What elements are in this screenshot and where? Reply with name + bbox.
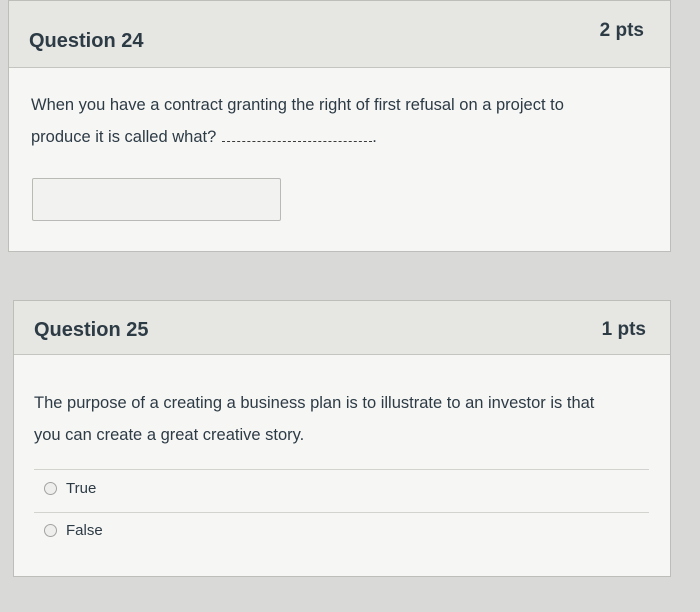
- question-25-header: Question 25 1 pts: [14, 301, 670, 355]
- question-24-text-line1: When you have a contract granting the ri…: [31, 96, 564, 114]
- question-24-text-line2-wrap: produce it is called what?.: [31, 121, 651, 153]
- question-25-points: 1 pts: [601, 319, 646, 340]
- question-25-text-line2: you can create a great creative story.: [34, 426, 305, 444]
- option-false-label: False: [66, 522, 103, 539]
- question-25-title: Question 25: [34, 319, 149, 341]
- option-true-label: True: [66, 480, 97, 497]
- question-24-points: 2 pts: [599, 20, 644, 41]
- question-25-text-line1: The purpose of a creating a business pla…: [34, 394, 595, 412]
- radio-false[interactable]: [44, 524, 57, 537]
- question-24-card: Question 24 2 pts When you have a contra…: [8, 0, 671, 252]
- option-false[interactable]: False: [44, 522, 103, 539]
- answer-divider-top: [34, 469, 649, 470]
- question-24-title: Question 24: [29, 30, 144, 52]
- fill-in-blank-line: [222, 127, 373, 142]
- question-25-card: Question 25 1 pts The purpose of a creat…: [13, 300, 671, 577]
- radio-true[interactable]: [44, 482, 57, 495]
- answer-input[interactable]: [32, 178, 281, 221]
- blank-period: .: [372, 128, 377, 146]
- answer-divider-middle: [34, 512, 649, 513]
- question-24-header: Question 24 2 pts: [9, 1, 670, 68]
- question-24-text: When you have a contract granting the ri…: [31, 89, 651, 153]
- option-true[interactable]: True: [44, 480, 96, 497]
- question-25-text: The purpose of a creating a business pla…: [34, 387, 654, 451]
- question-24-text-line2: produce it is called what?: [31, 128, 217, 146]
